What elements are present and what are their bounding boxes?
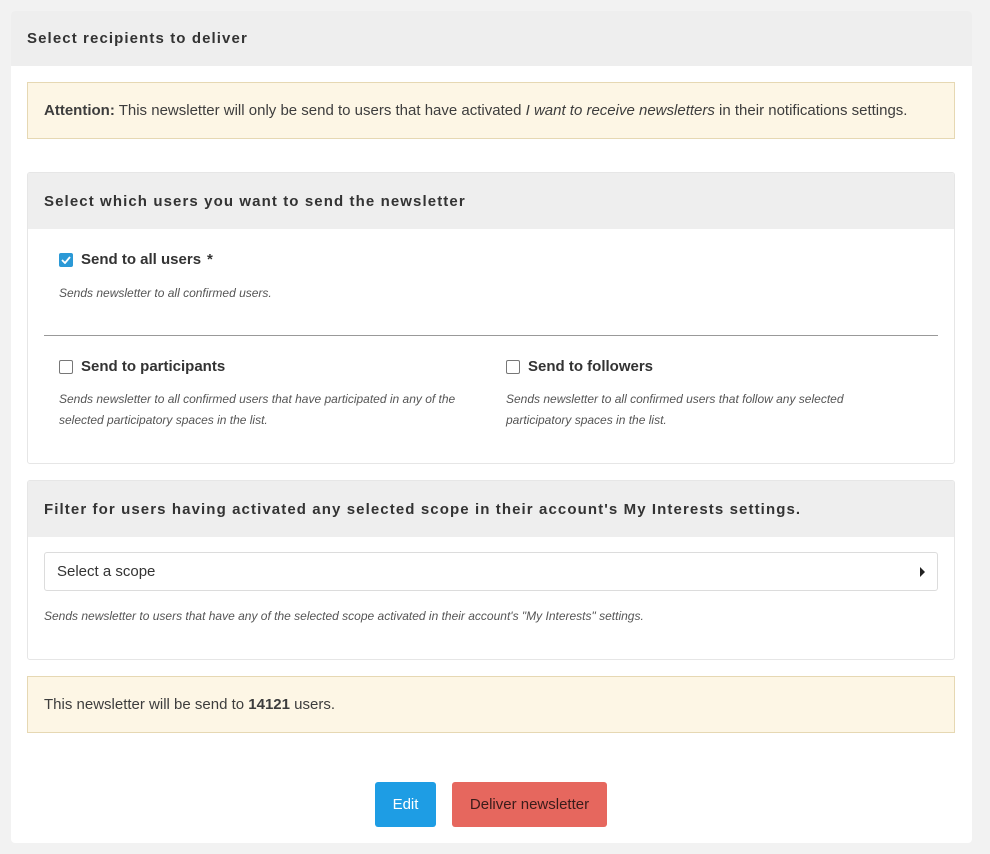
attention-callout: Attention: This newsletter will only be … xyxy=(27,82,955,139)
attention-label: Attention: xyxy=(44,102,115,119)
scope-select[interactable]: Select a scope xyxy=(44,552,938,591)
scope-help: Sends newsletter to users that have any … xyxy=(44,609,644,623)
send-to-followers-checkbox[interactable] xyxy=(506,359,520,374)
send-to-all-users-checkbox[interactable] xyxy=(59,252,73,267)
send-to-participants-label: Send to participants xyxy=(81,358,226,375)
card-title: Select recipients to deliver xyxy=(11,11,972,66)
checkmark-icon xyxy=(61,255,71,264)
users-panel: Select which users you want to send the … xyxy=(27,172,955,464)
attention-text-before: This newsletter will only be send to use… xyxy=(118,102,522,119)
recipients-summary: This newsletter will be send to 14121 us… xyxy=(27,676,955,733)
scope-select-placeholder: Select a scope xyxy=(57,563,156,580)
send-to-followers-help: Sends newsletter to all confirmed users … xyxy=(506,392,844,427)
send-to-followers-label: Send to followers xyxy=(528,358,654,375)
divider xyxy=(44,335,938,336)
send-to-participants-checkbox[interactable] xyxy=(59,359,73,374)
send-to-all-users-option[interactable]: Send to all users * xyxy=(59,251,213,268)
recipients-count: 14121 xyxy=(248,696,290,713)
send-to-participants-option[interactable]: Send to participants xyxy=(59,358,225,375)
summary-text-before: This newsletter will be send to xyxy=(44,696,245,713)
send-to-all-users-help: Sends newsletter to all confirmed users. xyxy=(59,286,272,300)
send-to-followers-option[interactable]: Send to followers xyxy=(506,358,653,375)
send-to-participants-help: Sends newsletter to all confirmed users … xyxy=(59,392,456,427)
deliver-newsletter-button[interactable]: Deliver newsletter xyxy=(452,782,607,827)
scope-panel: Filter for users having activated any se… xyxy=(27,480,955,660)
deliver-card: Select recipients to deliver Attention: … xyxy=(11,11,972,843)
users-panel-title: Select which users you want to send the … xyxy=(28,173,954,229)
attention-text-after: in their notifications settings. xyxy=(719,102,908,119)
required-mark: * xyxy=(207,251,213,268)
scope-panel-title: Filter for users having activated any se… xyxy=(28,481,954,537)
summary-text-after: users. xyxy=(294,696,336,713)
caret-right-icon xyxy=(920,566,925,577)
attention-setting-name: I want to receive newsletters xyxy=(525,102,715,119)
edit-button[interactable]: Edit xyxy=(375,782,436,827)
send-to-all-users-label: Send to all users xyxy=(81,251,202,268)
